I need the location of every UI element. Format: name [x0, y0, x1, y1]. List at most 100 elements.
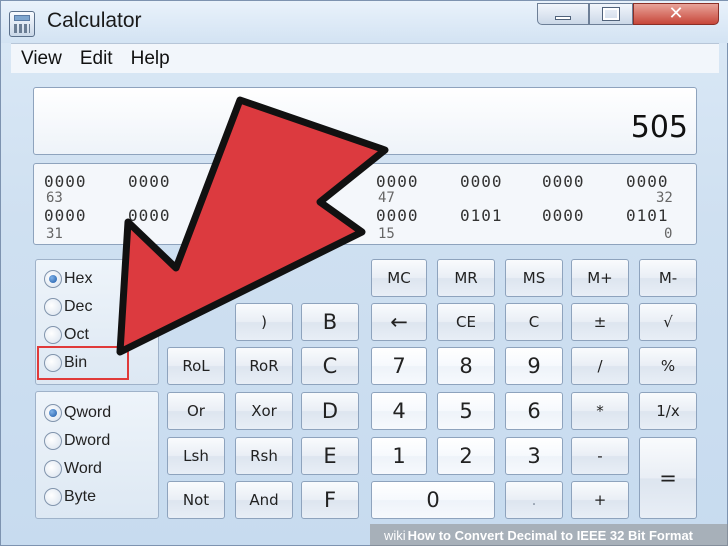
bit-group[interactable]: 0101 — [460, 206, 503, 225]
calculator-window: Calculator ✕ View Edit Help 505 0000 000… — [0, 0, 728, 546]
key-multiply[interactable]: * — [571, 392, 629, 430]
bin-highlight-box — [37, 346, 129, 380]
key-xor[interactable]: Xor — [235, 392, 293, 430]
maximize-icon — [602, 7, 620, 21]
key-ms[interactable]: MS — [505, 259, 563, 297]
bit-group[interactable]: 0000 — [376, 172, 419, 191]
key-0[interactable]: 0 — [371, 481, 495, 519]
word-size-group: Qword Dword Word Byte — [35, 391, 159, 519]
key-equals[interactable]: = — [639, 437, 697, 519]
key-m-plus[interactable]: M+ — [571, 259, 629, 297]
key-decimal[interactable]: . — [505, 481, 563, 519]
key-reciprocal[interactable]: 1/x — [639, 392, 697, 430]
key-close-paren[interactable]: ) — [235, 303, 293, 341]
key-subtract[interactable]: - — [571, 437, 629, 475]
bit-group[interactable]: 0000 — [626, 172, 669, 191]
key-hex-e[interactable]: E — [301, 437, 359, 475]
radio-empty-icon — [44, 326, 62, 344]
radio-empty-icon — [44, 432, 62, 450]
radio-hex[interactable]: Hex — [44, 268, 92, 290]
close-button[interactable]: ✕ — [633, 3, 719, 25]
key-5[interactable]: 5 — [437, 392, 495, 430]
key-9[interactable]: 9 — [505, 347, 563, 385]
bit-group[interactable]: 0000 — [44, 206, 87, 225]
bit-index: 32 — [656, 190, 673, 206]
key-mc[interactable]: MC — [371, 259, 427, 297]
key-c[interactable]: C — [505, 303, 563, 341]
close-icon: ✕ — [668, 3, 684, 24]
key-ror[interactable]: RoR — [235, 347, 293, 385]
radio-empty-icon — [44, 488, 62, 506]
key-7[interactable]: 7 — [371, 347, 427, 385]
title-bar[interactable]: Calculator ✕ — [1, 1, 728, 43]
key-hex-b[interactable]: B — [301, 303, 359, 341]
key-or[interactable]: Or — [167, 392, 225, 430]
key-and[interactable]: And — [235, 481, 293, 519]
key-not[interactable]: Not — [167, 481, 225, 519]
bit-index: 47 — [378, 190, 395, 206]
bit-group[interactable]: 0000 — [376, 206, 419, 225]
bit-group[interactable]: 0000 — [542, 172, 585, 191]
key-6[interactable]: 6 — [505, 392, 563, 430]
key-add[interactable]: + — [571, 481, 629, 519]
radio-label: Word — [64, 460, 102, 477]
bit-group[interactable]: 0000 — [542, 206, 585, 225]
bit-index: 0 — [664, 226, 673, 242]
minimize-button[interactable] — [537, 3, 589, 25]
radio-label: Hex — [64, 270, 93, 287]
key-3[interactable]: 3 — [505, 437, 563, 475]
watermark-site: wiki — [384, 527, 406, 543]
key-2[interactable]: 2 — [437, 437, 495, 475]
bit-group[interactable]: 0000 — [128, 206, 171, 225]
bit-index: 63 — [46, 190, 63, 206]
watermark-banner: wiki How to Convert Decimal to IEEE 32 B… — [370, 524, 728, 546]
bit-group[interactable]: 0000 — [44, 172, 87, 191]
key-hex-d[interactable]: D — [301, 392, 359, 430]
bit-index: 15 — [378, 226, 395, 242]
key-sqrt[interactable]: √ — [639, 303, 697, 341]
display-value: 505 — [630, 110, 688, 145]
key-hex-c[interactable]: C — [301, 347, 359, 385]
key-negate[interactable]: ± — [571, 303, 629, 341]
key-lsh[interactable]: Lsh — [167, 437, 225, 475]
radio-label: Oct — [64, 326, 89, 343]
key-4[interactable]: 4 — [371, 392, 427, 430]
key-m-minus[interactable]: M- — [639, 259, 697, 297]
radio-dec[interactable]: Dec — [44, 296, 92, 318]
radio-dword[interactable]: Dword — [44, 430, 110, 452]
calculator-app-icon — [9, 11, 35, 37]
bit-group[interactable]: 0000 — [128, 172, 171, 191]
bit-index: 31 — [46, 226, 63, 242]
key-mr[interactable]: MR — [437, 259, 495, 297]
menu-edit[interactable]: Edit — [80, 48, 113, 70]
menu-view[interactable]: View — [21, 48, 62, 70]
window-title: Calculator — [47, 9, 142, 32]
menu-bar: View Edit Help — [11, 43, 719, 73]
key-1[interactable]: 1 — [371, 437, 427, 475]
key-8[interactable]: 8 — [437, 347, 495, 385]
radio-oct[interactable]: Oct — [44, 324, 89, 346]
key-hex-f[interactable]: F — [301, 481, 359, 519]
menu-help[interactable]: Help — [131, 48, 170, 70]
watermark-title: How to Convert Decimal to IEEE 32 Bit Fo… — [407, 527, 693, 543]
bit-group[interactable]: 0101 — [626, 206, 669, 225]
key-ce[interactable]: CE — [437, 303, 495, 341]
key-rsh[interactable]: Rsh — [235, 437, 293, 475]
radio-qword[interactable]: Qword — [44, 402, 111, 424]
bit-group[interactable]: 0000 — [460, 172, 503, 191]
maximize-button[interactable] — [589, 3, 633, 25]
radio-byte[interactable]: Byte — [44, 486, 96, 508]
radio-label: Dword — [64, 432, 111, 449]
key-backspace[interactable]: ← — [371, 303, 427, 341]
bit-group[interactable]: 00 — [318, 206, 339, 225]
key-rol[interactable]: RoL — [167, 347, 225, 385]
key-percent[interactable]: % — [639, 347, 697, 385]
key-divide[interactable]: / — [571, 347, 629, 385]
radio-label: Dec — [64, 298, 93, 315]
radio-selected-icon — [44, 404, 62, 422]
radio-word[interactable]: Word — [44, 458, 102, 480]
radio-empty-icon — [44, 298, 62, 316]
result-display: 505 — [33, 87, 697, 155]
bit-display: 0000 0000 0000 0000 0000 0000 63 47 32 0… — [33, 163, 697, 245]
minimize-icon — [555, 16, 571, 20]
